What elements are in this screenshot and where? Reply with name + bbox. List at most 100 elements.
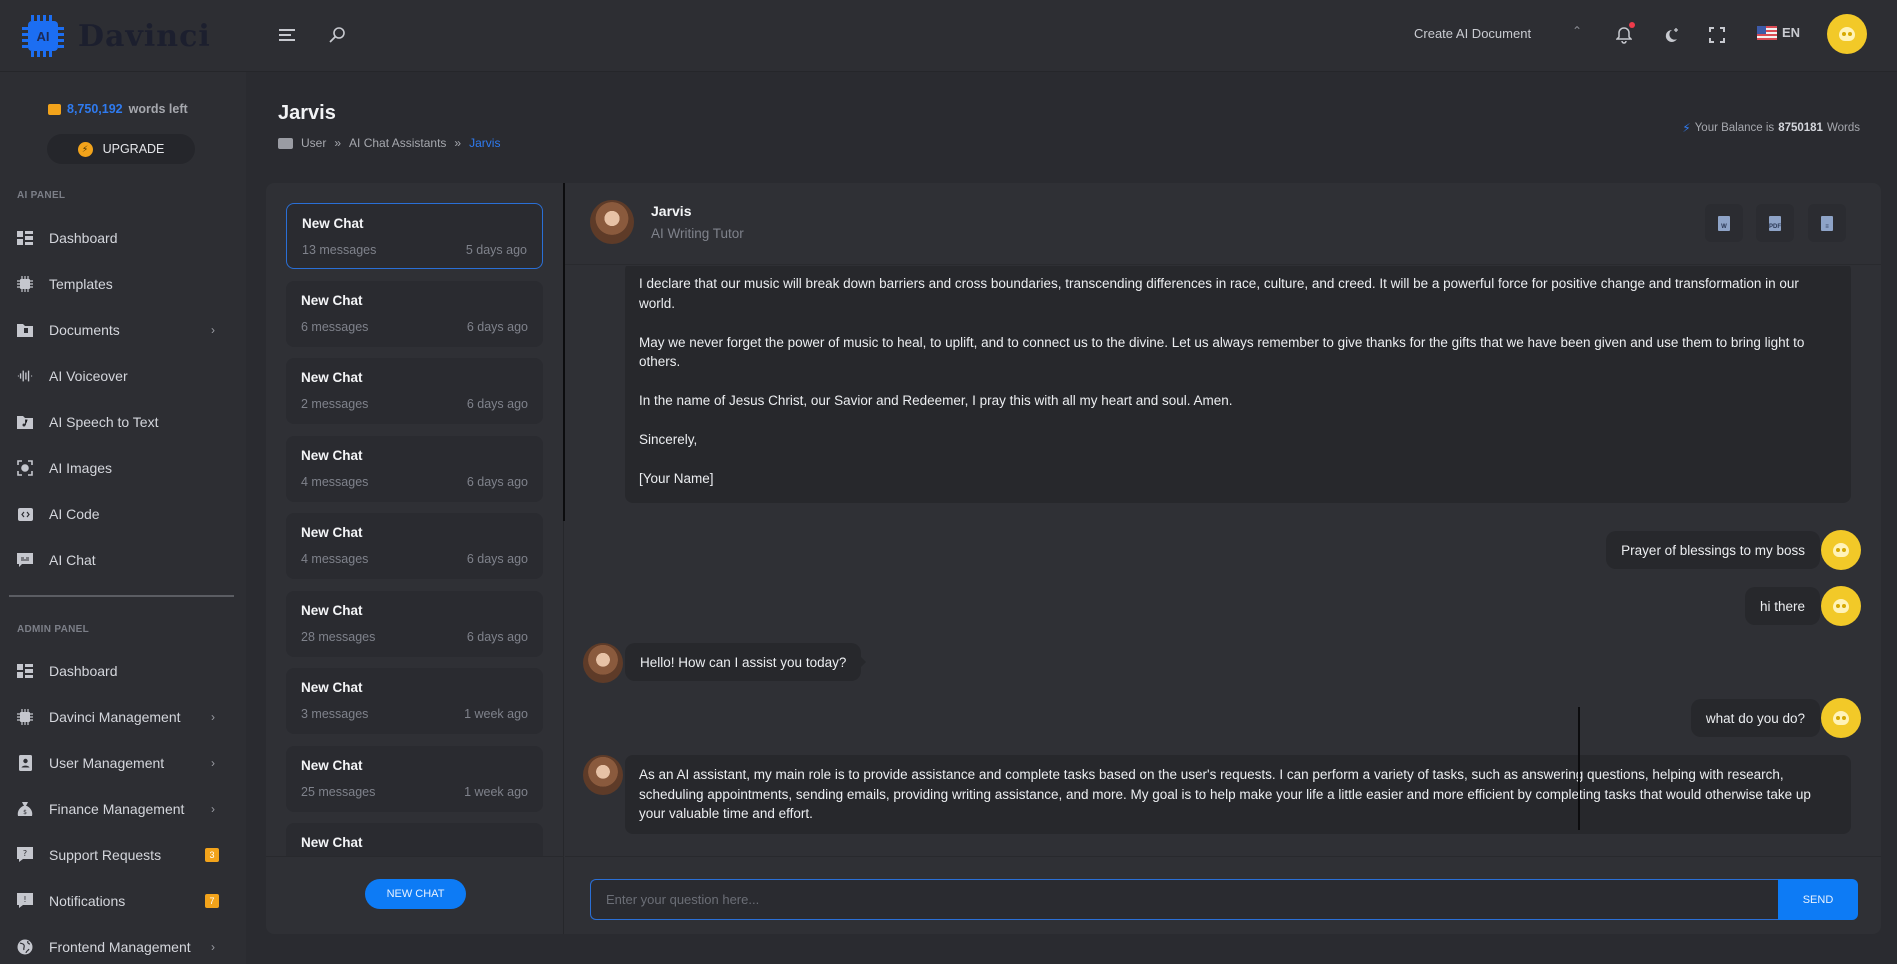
sidebar-item-label: Notifications bbox=[49, 893, 126, 909]
user-face-icon bbox=[1833, 543, 1849, 557]
sidebar-item-ai-code[interactable]: AI Code bbox=[0, 496, 246, 532]
logo[interactable]: AI Davinci bbox=[22, 15, 211, 57]
chevron-up-icon[interactable]: ⌃ bbox=[1572, 24, 1582, 38]
bot-message: As an AI assistant, my main role is to p… bbox=[625, 755, 1851, 834]
scroll-icon bbox=[48, 103, 61, 115]
us-flag-icon bbox=[1757, 25, 1777, 40]
upgrade-label: UPGRADE bbox=[102, 142, 165, 156]
sidebar-item-notifications[interactable]: ! Notifications 7 bbox=[0, 883, 246, 919]
sidebar-item-label: AI Voiceover bbox=[49, 368, 128, 384]
globe-icon bbox=[17, 939, 33, 955]
moon-icon[interactable] bbox=[1660, 24, 1682, 46]
chat-date: 6 days ago bbox=[466, 629, 528, 644]
message-text: Prayer of blessings to my boss bbox=[1621, 542, 1805, 558]
search-icon[interactable] bbox=[326, 24, 348, 46]
ai-chip-icon bbox=[17, 709, 33, 725]
balance-prefix: Your Balance is bbox=[1694, 122, 1775, 134]
question-input[interactable] bbox=[590, 879, 1778, 920]
sidebar-item-support-requests[interactable]: ? Support Requests 3 bbox=[0, 837, 246, 873]
breadcrumb-user[interactable]: User bbox=[301, 136, 326, 150]
export-pdf-button[interactable]: PDF bbox=[1756, 204, 1794, 242]
svg-text:$: $ bbox=[23, 809, 27, 816]
chat-title: New Chat bbox=[301, 447, 363, 463]
chat-list-footer: NEW CHAT bbox=[266, 856, 564, 934]
export-word-button[interactable]: W bbox=[1705, 204, 1743, 242]
breadcrumb-ai-chat-assistants[interactable]: AI Chat Assistants bbox=[349, 136, 446, 150]
chat-list-item[interactable]: New Chat 3 messages 1 week ago bbox=[286, 668, 543, 734]
export-text-button[interactable]: ≡ bbox=[1808, 204, 1846, 242]
sidebar-item-ai-chat[interactable]: AI Chat bbox=[0, 542, 246, 578]
user-avatar[interactable] bbox=[1827, 14, 1867, 54]
balance-info: ⚡ Your Balance is 8750181 Words bbox=[1682, 121, 1860, 135]
sidebar-item-davinci-management[interactable]: Davinci Management › bbox=[0, 699, 246, 735]
admin-panel-label: ADMIN PANEL bbox=[17, 624, 90, 635]
sidebar-item-dashboard[interactable]: Dashboard bbox=[0, 220, 246, 256]
chat-list-item[interactable]: New Chat bbox=[286, 823, 543, 856]
chat-date: 1 week ago bbox=[464, 784, 528, 799]
svg-text:!: ! bbox=[23, 895, 26, 904]
sidebar: 8,750,192 words left ⚡ UPGRADE AI PANEL … bbox=[0, 72, 246, 964]
sidebar-item-user-management[interactable]: User Management › bbox=[0, 745, 246, 781]
dashboard-icon bbox=[17, 663, 33, 679]
sidebar-item-templates[interactable]: Templates bbox=[0, 266, 246, 302]
bot-message: I declare that our music will break down… bbox=[625, 266, 1851, 503]
fullscreen-icon[interactable] bbox=[1706, 24, 1728, 46]
sidebar-item-ai-voiceover[interactable]: AI Voiceover bbox=[0, 358, 246, 394]
chat-list-item[interactable]: New Chat 2 messages 6 days ago bbox=[286, 358, 543, 424]
bolt-icon: ⚡ bbox=[77, 141, 93, 157]
sidebar-item-documents[interactable]: Documents › bbox=[0, 312, 246, 348]
chat-list-item[interactable]: New Chat 4 messages 6 days ago bbox=[286, 435, 543, 502]
user-face-icon bbox=[1839, 27, 1855, 41]
language-selector[interactable]: EN bbox=[1757, 25, 1800, 40]
message-paragraph: I declare that our music will break down… bbox=[639, 276, 1799, 311]
chat-list-item[interactable]: New Chat 13 messages 5 days ago bbox=[286, 203, 543, 269]
messages-area[interactable]: I declare that our music will break down… bbox=[565, 266, 1881, 856]
chat-list-item[interactable]: New Chat 4 messages 6 days ago bbox=[286, 513, 543, 579]
sidebar-item-admin-dashboard[interactable]: Dashboard bbox=[0, 653, 246, 689]
user-message: hi there bbox=[1744, 587, 1826, 625]
create-ai-document-button[interactable]: Create AI Document bbox=[1414, 26, 1531, 41]
alert-chat-icon: ! bbox=[17, 893, 33, 909]
bolt-icon: ⚡ bbox=[1682, 121, 1691, 135]
chat-list-item[interactable]: New Chat 25 messages 1 week ago bbox=[286, 745, 543, 812]
folder-icon bbox=[17, 322, 33, 338]
chat-message-count: 2 messages bbox=[301, 397, 369, 411]
svg-text:?: ? bbox=[23, 849, 27, 858]
chat-message-count: 25 messages bbox=[301, 784, 376, 799]
sidebar-item-ai-speech-to-text[interactable]: AI Speech to Text bbox=[0, 404, 246, 440]
chat-main: Jarvis AI Writing Tutor W PDF ≡ I declar… bbox=[565, 183, 1881, 934]
message-paragraph: In the name of Jesus Christ, our Savior … bbox=[639, 393, 1233, 408]
words-left-label: words left bbox=[128, 102, 188, 116]
sidebar-item-ai-images[interactable]: AI Images bbox=[0, 450, 246, 486]
page-scroll-track[interactable] bbox=[1881, 183, 1897, 934]
user-badge-icon bbox=[17, 755, 33, 771]
chevron-right-icon: › bbox=[211, 710, 215, 724]
bot-avatar bbox=[583, 755, 623, 795]
upgrade-button[interactable]: ⚡ UPGRADE bbox=[47, 134, 195, 164]
chat-list-item[interactable]: New Chat 6 messages 6 days ago bbox=[286, 280, 543, 347]
balance-suffix: Words bbox=[1826, 122, 1860, 134]
breadcrumb-separator: » bbox=[334, 136, 342, 150]
sidebar-item-label: Finance Management bbox=[49, 801, 185, 817]
code-icon bbox=[17, 506, 33, 522]
messages-scrollbar[interactable] bbox=[1578, 707, 1580, 830]
bell-icon[interactable] bbox=[1613, 22, 1635, 46]
new-chat-button[interactable]: NEW CHAT bbox=[365, 879, 466, 909]
chat-title: New Chat bbox=[301, 680, 363, 695]
sidebar-item-finance-management[interactable]: $ Finance Management › bbox=[0, 791, 246, 827]
bot-message: Hello! How can I assist you today? bbox=[625, 643, 867, 681]
sidebar-item-frontend-management[interactable]: Frontend Management › bbox=[0, 929, 246, 964]
send-button[interactable]: SEND bbox=[1778, 879, 1858, 920]
ai-panel-label: AI PANEL bbox=[17, 190, 66, 201]
menu-icon[interactable] bbox=[276, 24, 298, 46]
chat-message-count: 6 messages bbox=[301, 319, 369, 334]
user-face-icon bbox=[1833, 711, 1849, 725]
chat-list-item[interactable]: New Chat 28 messages 6 days ago bbox=[286, 590, 543, 657]
chat-title: New Chat bbox=[301, 757, 363, 773]
message-text: hi there bbox=[1759, 598, 1805, 614]
music-file-icon bbox=[17, 414, 33, 430]
ai-chip-icon bbox=[17, 276, 33, 292]
chat-list-scroll[interactable]: New Chat 13 messages 5 days ago New Chat 6 m… bbox=[266, 183, 564, 856]
word-export-icon: W bbox=[1718, 215, 1730, 231]
logo-text: Davinci bbox=[78, 18, 211, 54]
